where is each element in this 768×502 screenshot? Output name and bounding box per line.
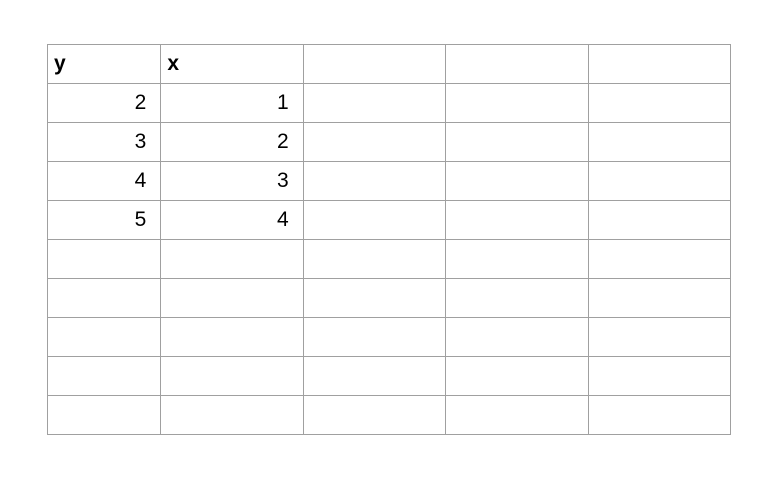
empty-cell: [161, 396, 303, 435]
empty-cell: [161, 240, 303, 279]
empty-cell: [303, 240, 445, 279]
empty-cell: [588, 162, 730, 201]
empty-cell: [446, 123, 588, 162]
empty-cell: [446, 45, 588, 84]
empty-cell: [588, 123, 730, 162]
empty-cell: [48, 279, 161, 318]
empty-cell: [446, 357, 588, 396]
table-row: [48, 240, 731, 279]
cell-x: 4: [161, 201, 303, 240]
cell-x: 2: [161, 123, 303, 162]
table-header-row: y x: [48, 45, 731, 84]
empty-cell: [446, 162, 588, 201]
empty-cell: [48, 240, 161, 279]
table-row: [48, 279, 731, 318]
empty-cell: [588, 396, 730, 435]
table-row: [48, 357, 731, 396]
empty-cell: [446, 279, 588, 318]
empty-cell: [48, 396, 161, 435]
empty-cell: [303, 357, 445, 396]
cell-y: 4: [48, 162, 161, 201]
empty-cell: [303, 279, 445, 318]
table-row: [48, 396, 731, 435]
table-row: [48, 318, 731, 357]
cell-y: 5: [48, 201, 161, 240]
cell-x: 1: [161, 84, 303, 123]
header-x: x: [161, 45, 303, 84]
empty-cell: [303, 318, 445, 357]
table-row: 5 4: [48, 201, 731, 240]
data-table-container: y x 2 1 3 2 4 3: [47, 44, 731, 435]
empty-cell: [48, 318, 161, 357]
header-y: y: [48, 45, 161, 84]
table-row: 3 2: [48, 123, 731, 162]
empty-cell: [588, 84, 730, 123]
cell-y: 3: [48, 123, 161, 162]
empty-cell: [446, 84, 588, 123]
empty-cell: [588, 279, 730, 318]
cell-y: 2: [48, 84, 161, 123]
table-row: 2 1: [48, 84, 731, 123]
empty-cell: [161, 318, 303, 357]
empty-cell: [303, 45, 445, 84]
empty-cell: [303, 201, 445, 240]
empty-cell: [161, 279, 303, 318]
empty-cell: [161, 357, 303, 396]
empty-cell: [303, 84, 445, 123]
empty-cell: [446, 396, 588, 435]
empty-cell: [303, 396, 445, 435]
table-row: 4 3: [48, 162, 731, 201]
empty-cell: [303, 123, 445, 162]
empty-cell: [588, 357, 730, 396]
empty-cell: [588, 201, 730, 240]
empty-cell: [588, 240, 730, 279]
empty-cell: [303, 162, 445, 201]
empty-cell: [446, 240, 588, 279]
empty-cell: [588, 318, 730, 357]
empty-cell: [48, 357, 161, 396]
empty-cell: [446, 318, 588, 357]
data-table: y x 2 1 3 2 4 3: [47, 44, 731, 435]
cell-x: 3: [161, 162, 303, 201]
empty-cell: [446, 201, 588, 240]
empty-cell: [588, 45, 730, 84]
